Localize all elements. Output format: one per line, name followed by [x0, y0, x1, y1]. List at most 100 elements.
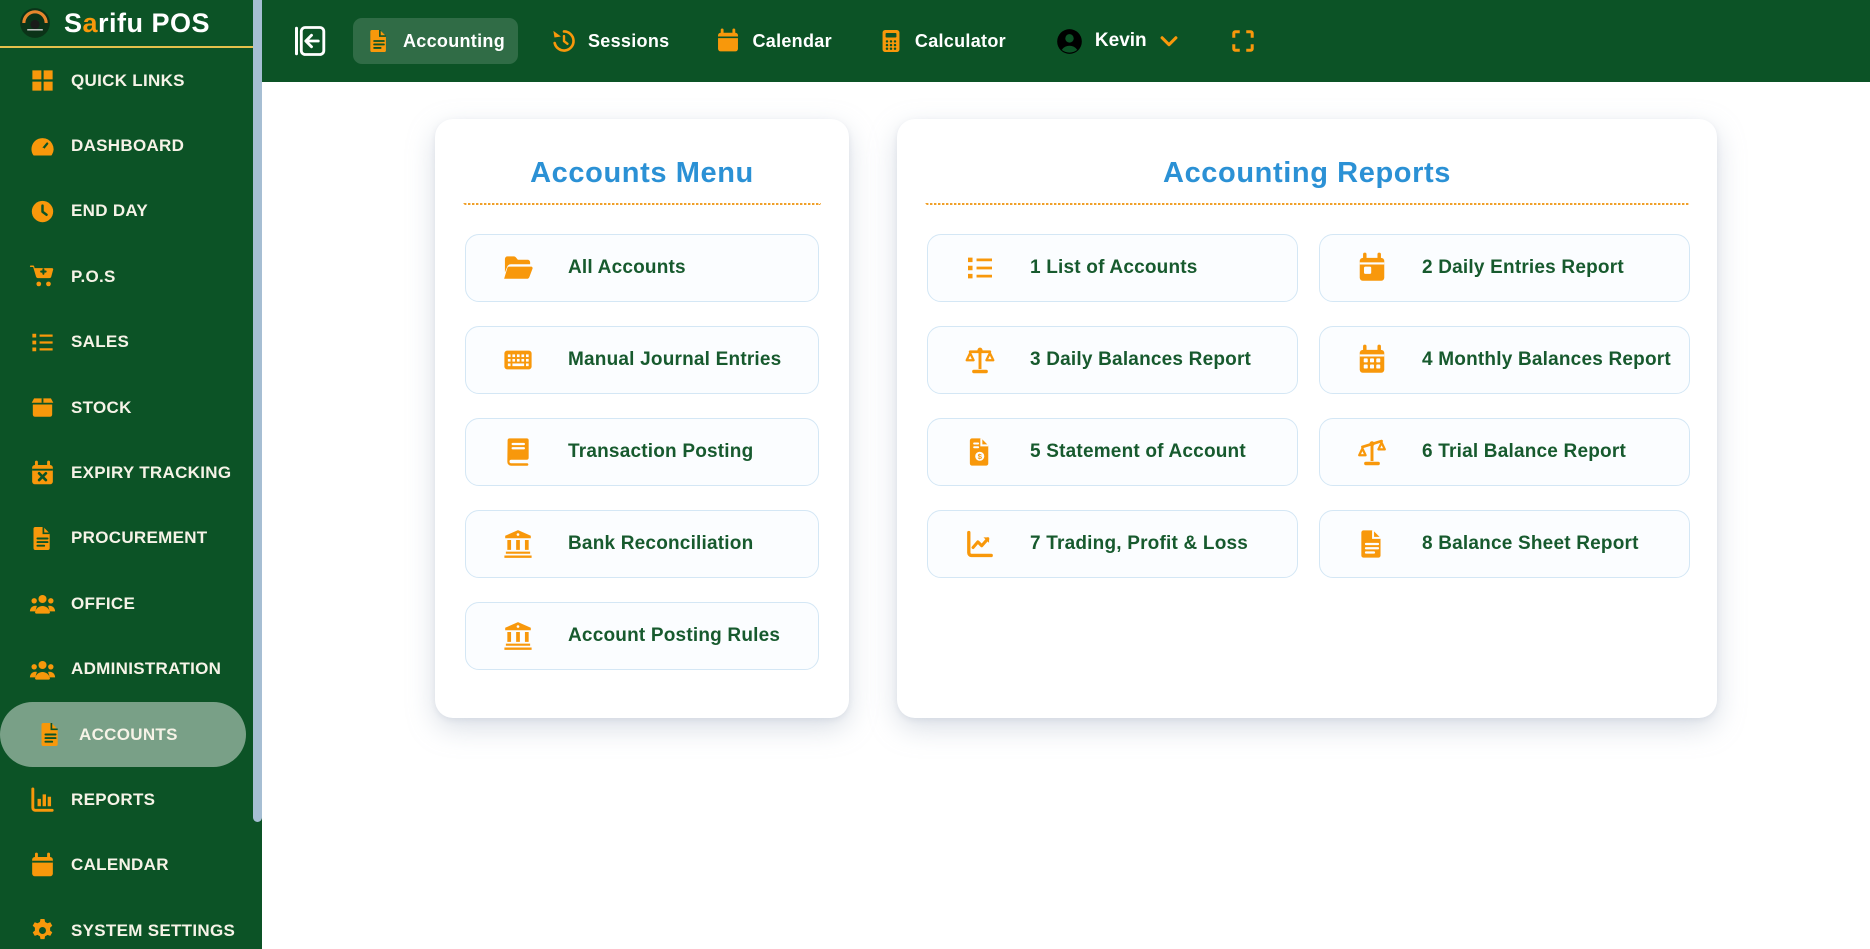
brand-logo-icon	[18, 6, 52, 40]
sidebar-item-end-day[interactable]: END DAY	[0, 179, 253, 244]
report-item-label: 5 Statement of Account	[1030, 441, 1246, 462]
tab-calculator[interactable]: Calculator	[865, 18, 1019, 64]
sidebar-item-pos[interactable]: P.O.S	[0, 244, 253, 309]
sidebar-item-label: EXPIRY TRACKING	[71, 463, 232, 483]
menu-item-label: All Accounts	[568, 257, 686, 278]
chevron-down-icon	[1158, 30, 1180, 52]
report-item-label: 7 Trading, Profit & Loss	[1030, 533, 1249, 554]
chart-line-icon	[964, 528, 996, 560]
landmark-icon	[502, 620, 534, 652]
sidebar-item-label: ADMINISTRATION	[71, 659, 222, 679]
report-item-daily-entries-report[interactable]: 2 Daily Entries Report	[1319, 234, 1690, 302]
menu-item-bank-reconciliation[interactable]: Bank Reconciliation	[465, 510, 819, 578]
gauge-icon	[29, 133, 56, 160]
tab-label: Calculator	[914, 30, 1006, 51]
menu-item-all-accounts[interactable]: All Accounts	[465, 234, 819, 302]
report-item-trial-balance-report[interactable]: 6 Trial Balance Report	[1319, 418, 1690, 486]
users-icon	[29, 590, 56, 617]
sidebar-item-quick-links[interactable]: QUICK LINKS	[0, 48, 253, 113]
report-item-label: 2 Daily Entries Report	[1422, 257, 1624, 278]
list-icon	[964, 252, 996, 284]
sidebar-item-reports[interactable]: REPORTS	[0, 767, 253, 832]
book-icon	[502, 436, 534, 468]
report-item-monthly-balances-report[interactable]: 4 Monthly Balances Report	[1319, 326, 1690, 394]
accounts-menu-card: Accounts Menu All Accounts Manual Journa…	[435, 119, 849, 718]
report-item-label: 8 Balance Sheet Report	[1422, 533, 1639, 554]
sidebar-item-dashboard[interactable]: DASHBOARD	[0, 113, 253, 178]
report-item-balance-sheet-report[interactable]: 8 Balance Sheet Report	[1319, 510, 1690, 578]
app-title: Sarifu POS	[64, 7, 211, 38]
file-lines-icon	[29, 525, 56, 552]
title-underline	[925, 203, 1689, 205]
accounting-reports-title: Accounting Reports	[1163, 157, 1451, 189]
accounting-reports-card: Accounting Reports 1 List of Accounts 2 …	[897, 119, 1717, 718]
tab-sessions[interactable]: Sessions	[538, 18, 682, 64]
list-icon	[29, 329, 56, 356]
sidebar-item-system-settings[interactable]: SYSTEM SETTINGS	[0, 898, 253, 949]
sidebar-item-expiry-tracking[interactable]: EXPIRY TRACKING	[0, 440, 253, 505]
user-name: Kevin	[1094, 30, 1147, 51]
report-item-label: 6 Trial Balance Report	[1422, 441, 1626, 462]
tab-label: Calendar	[752, 30, 832, 51]
tab-accounting[interactable]: Accounting	[353, 18, 518, 64]
calendar-xmark-icon	[29, 460, 56, 487]
report-item-label: 4 Monthly Balances Report	[1422, 349, 1671, 370]
report-item-statement-of-account[interactable]: 5 Statement of Account	[927, 418, 1298, 486]
sidebar-item-label: DASHBOARD	[71, 136, 185, 156]
scale-balanced-icon	[964, 344, 996, 376]
fullscreen-button[interactable]	[1230, 28, 1256, 54]
sidebar-nav: QUICK LINKS DASHBOARD END DAY P.O.S SALE…	[0, 48, 253, 949]
file-icon	[37, 721, 64, 748]
sidebar-item-office[interactable]: OFFICE	[0, 571, 253, 636]
report-item-list-of-accounts[interactable]: 1 List of Accounts	[927, 234, 1298, 302]
calendar-day-icon	[1356, 252, 1388, 284]
tab-label: Accounting	[403, 30, 505, 51]
sidebar-item-label: P.O.S	[71, 266, 116, 286]
sidebar-item-label: QUICK LINKS	[71, 70, 185, 90]
sidebar-item-accounts[interactable]: ACCOUNTS	[0, 701, 246, 768]
menu-item-account-posting-rules[interactable]: Account Posting Rules	[465, 602, 819, 670]
sidebar-item-label: REPORTS	[71, 789, 156, 809]
accounts-menu-list: All Accounts Manual Journal Entries Tran…	[435, 234, 849, 670]
menu-item-label: Transaction Posting	[568, 441, 754, 462]
topbar: Accounting Sessions Calendar Calculator …	[262, 0, 1870, 82]
sidebar-item-calendar[interactable]: CALENDAR	[0, 833, 253, 898]
sidebar-item-label: END DAY	[71, 201, 149, 221]
menu-item-label: Manual Journal Entries	[568, 349, 782, 370]
calendar-days-icon	[1356, 344, 1388, 376]
file-invoice-icon	[366, 28, 392, 54]
sidebar-item-procurement[interactable]: PROCUREMENT	[0, 506, 253, 571]
grid-icon	[29, 67, 56, 94]
tab-label: Sessions	[588, 30, 670, 51]
calendar-icon	[715, 28, 741, 54]
sidebar-item-sales[interactable]: SALES	[0, 310, 253, 375]
chart-column-icon	[29, 786, 56, 813]
scale-unbalanced-icon	[1356, 436, 1388, 468]
menu-item-label: Bank Reconciliation	[568, 533, 754, 554]
report-item-trading-profit-loss[interactable]: 7 Trading, Profit & Loss	[927, 510, 1298, 578]
scrollbar-thumb[interactable]	[253, 0, 262, 822]
file-invoice-dollar-icon	[964, 436, 996, 468]
history-icon	[551, 28, 577, 54]
menu-item-manual-journal-entries[interactable]: Manual Journal Entries	[465, 326, 819, 394]
sidebar-item-label: STOCK	[71, 397, 132, 417]
folder-open-icon	[502, 252, 534, 284]
brand: Sarifu POS	[0, 0, 253, 48]
calendar-icon	[29, 852, 56, 879]
user-menu[interactable]: Kevin	[1055, 27, 1180, 56]
collapse-sidebar-button[interactable]	[292, 23, 328, 59]
circle-user-icon	[1055, 27, 1084, 56]
cart-plus-icon	[29, 263, 56, 290]
file-lines-icon	[1356, 528, 1388, 560]
sidebar-scrollbar[interactable]	[253, 0, 262, 949]
menu-item-label: Account Posting Rules	[568, 625, 781, 646]
title-underline	[463, 203, 821, 205]
report-item-daily-balances-report[interactable]: 3 Daily Balances Report	[927, 326, 1298, 394]
gear-icon	[29, 917, 56, 944]
sidebar-item-stock[interactable]: STOCK	[0, 375, 253, 440]
main-content: Accounts Menu All Accounts Manual Journa…	[262, 82, 1870, 949]
tab-calendar[interactable]: Calendar	[702, 18, 844, 64]
clock-icon	[29, 198, 56, 225]
menu-item-transaction-posting[interactable]: Transaction Posting	[465, 418, 819, 486]
sidebar-item-administration[interactable]: ADMINISTRATION	[0, 637, 253, 702]
